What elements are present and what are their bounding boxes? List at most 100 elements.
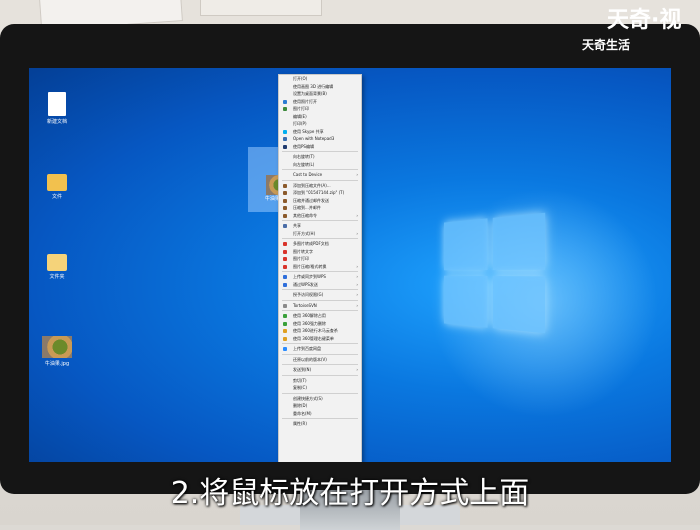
context-menu-item[interactable]: 图片压缩/格式转换 › xyxy=(279,263,361,271)
context-menu-item[interactable]: 上传或同步到WPS › xyxy=(279,273,361,281)
menu-separator xyxy=(282,343,358,344)
blank-icon xyxy=(283,155,287,159)
menu-separator xyxy=(282,220,358,221)
context-menu-item-label: 复制(C) xyxy=(293,385,307,390)
s360-icon xyxy=(283,321,287,326)
context-menu-item[interactable]: 压缩到...并邮件 xyxy=(279,204,361,212)
context-menu-item-label: 使用PS编辑 xyxy=(293,143,314,149)
context-menu-item[interactable]: 发送到(N) › xyxy=(279,366,361,374)
context-menu-item[interactable]: 共享 xyxy=(279,222,361,230)
skype-icon xyxy=(283,129,287,134)
image-thumbnail-icon xyxy=(42,336,72,358)
blank-icon xyxy=(283,422,287,426)
context-menu-item[interactable]: 使用PS编辑 xyxy=(279,143,361,151)
context-menu-item[interactable]: 创建快捷方式(S) xyxy=(279,395,361,403)
context-menu-item[interactable]: 其他压缩命令 › xyxy=(279,212,361,220)
zip-icon xyxy=(283,213,287,218)
blank-icon xyxy=(283,77,287,81)
context-menu-item[interactable]: 删除(D) xyxy=(279,402,361,410)
context-menu-item-label: 图片打印 xyxy=(293,256,309,261)
submenu-arrow-icon: › xyxy=(356,302,358,308)
context-menu-item-label: 共享 xyxy=(293,223,301,228)
context-menu-item-label: 上传到百度网盘 xyxy=(293,346,321,351)
blank-icon xyxy=(283,404,287,408)
pdf-icon xyxy=(283,242,287,246)
context-menu-item-label: 图片压缩/格式转换 xyxy=(293,263,327,269)
desktop-icon-label: 文件 xyxy=(51,194,62,200)
brand-watermark-subtitle: 天奇生活 xyxy=(582,38,631,52)
context-menu-item[interactable]: 使用 360管理右键菜单 xyxy=(279,335,361,343)
document-icon xyxy=(48,92,66,116)
context-menu-item[interactable]: 添加到压缩文件(A)... xyxy=(279,182,361,190)
context-menu-item[interactable]: 复制(C) xyxy=(279,384,361,392)
photo-icon xyxy=(283,99,287,104)
context-menu-item[interactable]: 多图片转成PDF文档 xyxy=(279,240,361,248)
context-menu-item[interactable]: 使用照片打开 xyxy=(279,98,361,106)
windows-logo xyxy=(444,212,547,334)
ps-icon xyxy=(283,144,287,149)
s360-icon xyxy=(283,314,287,318)
context-menu-item[interactable]: 打印(P) xyxy=(279,120,361,128)
context-menu-item[interactable]: TortoiseSVN › xyxy=(279,302,361,310)
menu-separator xyxy=(282,289,358,290)
context-menu-item[interactable]: 上传到百度网盘 xyxy=(279,345,361,353)
context-menu-item[interactable]: 属性(R) xyxy=(279,420,361,428)
context-menu-item[interactable]: 图片打印 xyxy=(279,105,361,113)
context-menu-item[interactable]: 使用 360进行木马云查杀 xyxy=(279,327,361,335)
context-menu-item-label: 授予访问权限(G) xyxy=(293,292,324,297)
context-menu-item[interactable]: Open with Notepad3 xyxy=(279,135,361,143)
context-menu-item[interactable]: Cast to Device › xyxy=(279,171,361,179)
context-menu-item-label: 图片转文字 xyxy=(293,248,313,254)
desktop-icon-file[interactable]: 文件 xyxy=(37,170,77,200)
context-menu-item[interactable]: 编辑(E) xyxy=(279,113,361,121)
context-menu-item-label: 通过WPS发送 xyxy=(293,281,318,287)
submenu-arrow-icon: › xyxy=(356,263,358,269)
folder-icon xyxy=(47,174,67,191)
context-menu-item-label: 使用 360强力删除 xyxy=(293,320,326,326)
context-menu-item[interactable]: 添加到 "01547144.zip" (T) xyxy=(279,189,361,197)
desktop-icon-image[interactable]: 牛油果.jpg xyxy=(37,336,77,367)
context-menu-item-label: Open with Notepad3 xyxy=(293,136,335,141)
context-menu-item[interactable]: 打开方式(H) › xyxy=(279,230,361,238)
context-menu-item[interactable]: 图片转文字 xyxy=(279,248,361,256)
desktop-screen[interactable]: 新建文档 文件 文件夹 牛油果.jpg 牛油果.jpg 打开(O) 使用画图 3D… xyxy=(29,68,671,462)
pdf-icon xyxy=(283,257,287,261)
context-menu-item[interactable]: 压缩并通过邮件发送 xyxy=(279,197,361,205)
context-menu-item[interactable]: 授予访问权限(G) › xyxy=(279,291,361,299)
desktop-icon-document[interactable]: 新建文档 xyxy=(37,92,77,125)
blank-icon xyxy=(283,173,287,177)
blank-icon xyxy=(283,122,287,126)
desktop-icon-folder[interactable]: 文件夹 xyxy=(37,250,77,280)
baidu-icon xyxy=(283,347,287,351)
context-menu-item[interactable]: 图片打印 xyxy=(279,255,361,263)
context-menu-item[interactable]: 向左旋转(L) xyxy=(279,161,361,169)
blank-icon xyxy=(283,386,287,390)
context-menu-item[interactable]: 使用 360解除占用 xyxy=(279,312,361,320)
blank-icon xyxy=(283,412,287,416)
context-menu-item-label: 添加到压缩文件(A)... xyxy=(293,182,331,188)
context-menu-item[interactable]: 通过WPS发送 › xyxy=(279,281,361,289)
logo-pane xyxy=(492,212,546,270)
context-menu-item[interactable]: 使用 Skype 共享 xyxy=(279,128,361,136)
desktop-icon-label: 新建文档 xyxy=(46,119,67,125)
video-subtitle: 2.将鼠标放在打开方式上面 xyxy=(170,476,530,511)
context-menu-item-label: 上传或同步到WPS xyxy=(293,274,326,279)
submenu-arrow-icon: › xyxy=(356,292,358,297)
context-menu-item[interactable]: 使用画图 3D 进行编辑 xyxy=(279,83,361,91)
zip-icon xyxy=(283,206,287,210)
context-menu-item-label: 使用照片打开 xyxy=(293,98,317,104)
submenu-arrow-icon: › xyxy=(356,212,358,218)
blank-icon xyxy=(283,115,287,119)
context-menu-item-label: 打开方式(H) xyxy=(293,230,316,236)
context-menu-item[interactable]: 使用 360强力删除 xyxy=(279,320,361,328)
context-menu-item[interactable]: 设置为桌面背景(B) xyxy=(279,90,361,98)
menu-separator xyxy=(282,271,358,272)
context-menu-item[interactable]: 剪切(T) xyxy=(279,377,361,385)
context-menu-item[interactable]: 重命名(M) xyxy=(279,410,361,418)
context-menu-item[interactable]: 向右旋转(T) xyxy=(279,153,361,161)
pdf-icon xyxy=(283,249,287,254)
zip-icon xyxy=(283,191,287,195)
context-menu-item[interactable]: 还原以前的版本(V) xyxy=(279,356,361,364)
context-menu-item[interactable]: 打开(O) xyxy=(279,75,361,83)
context-menu-item-label: 多图片转成PDF文档 xyxy=(293,241,329,246)
